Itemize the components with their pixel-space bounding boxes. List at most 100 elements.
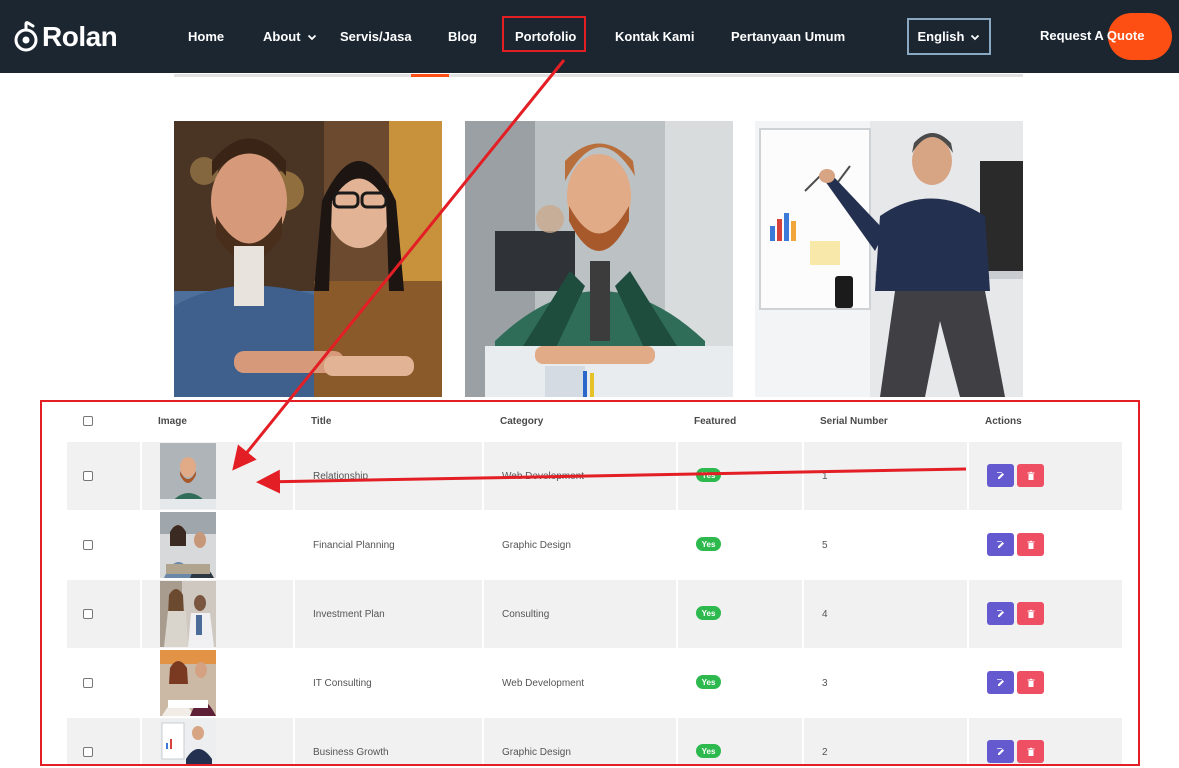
- row-thumbnail: [160, 443, 216, 509]
- column-divider: [140, 580, 142, 648]
- nav-faq[interactable]: Pertanyaan Umum: [731, 28, 845, 45]
- row-checkbox[interactable]: [83, 471, 93, 481]
- request-quote-button[interactable]: Request A Quote: [1040, 28, 1145, 43]
- trash-icon: [1027, 609, 1034, 618]
- header-category: Category: [500, 416, 544, 427]
- row-title: Business Growth: [313, 747, 389, 758]
- chevron-down-icon: [971, 34, 980, 40]
- column-divider: [676, 718, 678, 764]
- rolan-logo-icon: [14, 21, 38, 52]
- portfolio-photo-1[interactable]: [174, 121, 442, 397]
- delete-button[interactable]: [1017, 602, 1044, 625]
- row-title: Investment Plan: [313, 609, 385, 620]
- delete-button[interactable]: [1017, 671, 1044, 694]
- column-divider: [293, 442, 295, 510]
- featured-badge: Yes: [696, 744, 721, 758]
- column-divider: [676, 580, 678, 648]
- column-divider: [482, 718, 484, 764]
- portfolio-highlight-box: [502, 16, 586, 52]
- thumbnail-image: [160, 650, 216, 716]
- delete-button[interactable]: [1017, 740, 1044, 763]
- column-divider: [293, 580, 295, 648]
- header-featured: Featured: [694, 416, 737, 427]
- nav-about[interactable]: About: [263, 28, 317, 45]
- row-checkbox[interactable]: [83, 678, 93, 688]
- trash-icon: [1027, 471, 1034, 480]
- presentation-photo: [755, 121, 1023, 397]
- column-divider: [293, 718, 295, 764]
- edit-icon: [996, 540, 1004, 548]
- row-category: Web Development: [502, 471, 585, 482]
- section-divider-accent: [411, 74, 449, 77]
- trash-icon: [1027, 540, 1034, 549]
- portfolio-photo-2[interactable]: [465, 121, 733, 397]
- brand-logo[interactable]: Rolan: [13, 19, 118, 55]
- nav-blog[interactable]: Blog: [448, 28, 477, 45]
- table-row[interactable]: IT Consulting Web Development Yes 3: [67, 649, 1122, 717]
- nav-contact[interactable]: Kontak Kami: [615, 28, 694, 45]
- portfolio-table: Image Title Category Featured Serial Num…: [40, 400, 1140, 766]
- edit-button[interactable]: [987, 671, 1014, 694]
- row-checkbox[interactable]: [83, 747, 93, 757]
- edit-button[interactable]: [987, 464, 1014, 487]
- trash-icon: [1027, 747, 1034, 756]
- column-divider: [802, 718, 804, 764]
- thumbnail-image: [160, 581, 216, 647]
- row-serial-number: 1: [822, 471, 828, 482]
- edit-icon: [996, 609, 1004, 617]
- edit-button[interactable]: [987, 533, 1014, 556]
- row-category: Graphic Design: [502, 747, 571, 758]
- thumbnail-image: [160, 719, 216, 764]
- nav-about-label: About: [263, 29, 301, 44]
- table-row[interactable]: Financial Planning Graphic Design Yes 5: [67, 511, 1122, 579]
- header-serial-number: Serial Number: [820, 416, 888, 427]
- column-divider: [140, 718, 142, 764]
- column-divider: [967, 580, 969, 648]
- language-label: English: [917, 29, 965, 44]
- nav-home[interactable]: Home: [188, 28, 224, 45]
- column-divider: [482, 442, 484, 510]
- column-divider: [676, 442, 678, 510]
- featured-badge: Yes: [696, 537, 721, 551]
- featured-badge: Yes: [696, 606, 721, 620]
- row-checkbox[interactable]: [83, 540, 93, 550]
- edit-button[interactable]: [987, 602, 1014, 625]
- column-divider: [802, 580, 804, 648]
- header-image: Image: [158, 416, 187, 427]
- column-divider: [140, 442, 142, 510]
- nav-services[interactable]: Servis/Jasa: [340, 28, 412, 45]
- table-row[interactable]: Investment Plan Consulting Yes 4: [67, 580, 1122, 648]
- chevron-down-icon: [307, 34, 316, 40]
- row-thumbnail: [160, 581, 216, 647]
- thumbnail-image: [160, 443, 216, 509]
- edit-icon: [996, 471, 1004, 479]
- trash-icon: [1027, 678, 1034, 687]
- row-serial-number: 4: [822, 609, 828, 620]
- page: Rolan Home About Servis/Jasa Blog Portof…: [0, 0, 1179, 768]
- row-category: Consulting: [502, 609, 550, 620]
- language-selector[interactable]: English: [907, 18, 991, 55]
- brand-name: Rolan: [42, 21, 118, 52]
- row-serial-number: 5: [822, 540, 828, 551]
- table-row[interactable]: Relationship Web Development Yes 1: [67, 442, 1122, 510]
- section-divider: [174, 74, 1023, 77]
- row-category: Graphic Design: [502, 540, 571, 551]
- row-thumbnail: [160, 512, 216, 578]
- row-checkbox[interactable]: [83, 609, 93, 619]
- row-title: Financial Planning: [313, 540, 395, 551]
- top-navbar: Rolan Home About Servis/Jasa Blog Portof…: [0, 0, 1179, 73]
- header-actions: Actions: [985, 416, 1022, 427]
- header-title: Title: [311, 416, 332, 427]
- thumbnail-image: [160, 512, 216, 578]
- edit-button[interactable]: [987, 740, 1014, 763]
- bearded-man-photo: [465, 121, 733, 397]
- delete-button[interactable]: [1017, 464, 1044, 487]
- portfolio-photo-3[interactable]: [755, 121, 1023, 397]
- select-all-checkbox[interactable]: [83, 416, 93, 426]
- column-divider: [967, 442, 969, 510]
- column-divider: [967, 718, 969, 764]
- row-category: Web Development: [502, 678, 585, 689]
- table-row[interactable]: Business Growth Graphic Design Yes 2: [67, 718, 1122, 764]
- row-thumbnail: [160, 650, 216, 716]
- delete-button[interactable]: [1017, 533, 1044, 556]
